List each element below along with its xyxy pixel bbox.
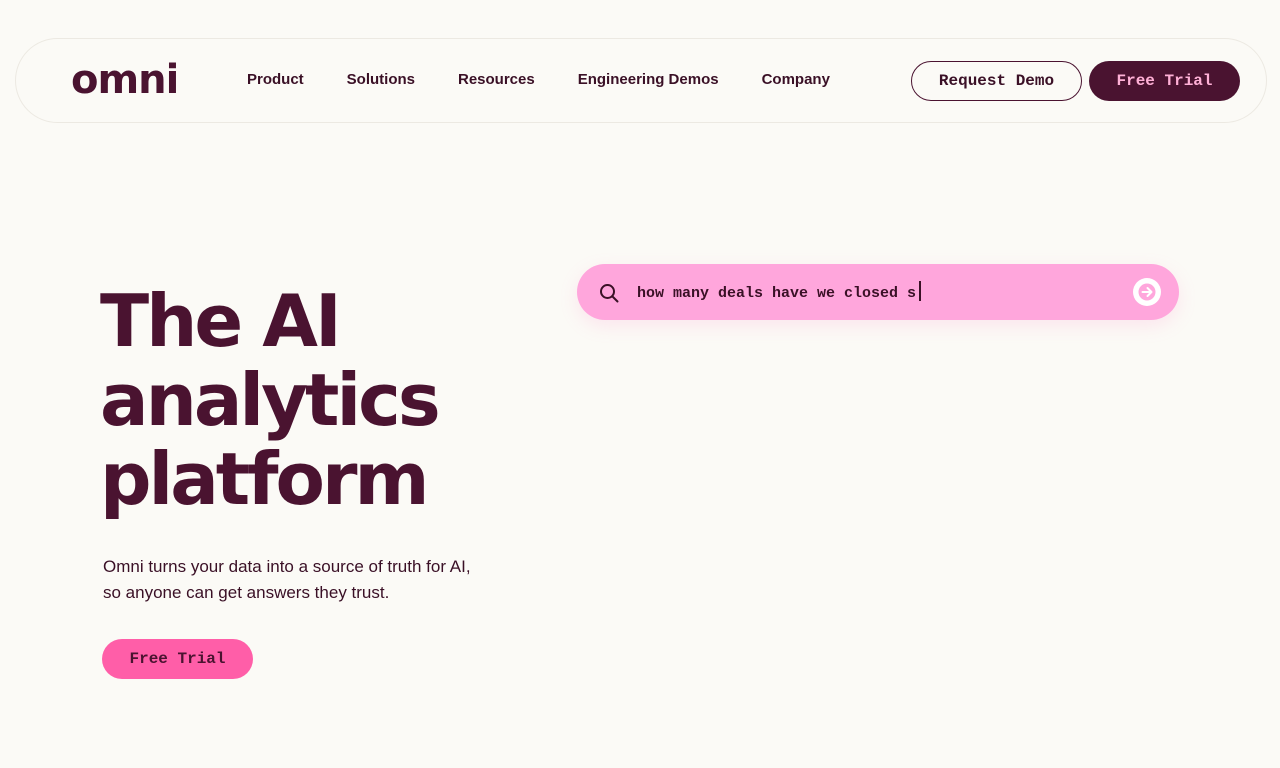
arrow-right-icon — [1138, 283, 1156, 301]
nav-item-engineering-demos[interactable]: Engineering Demos — [578, 69, 719, 91]
hero-subtitle: Omni turns your data into a source of tr… — [103, 557, 471, 602]
nav-item-company[interactable]: Company — [762, 69, 830, 91]
free-trial-button-hero[interactable]: Free Trial — [102, 639, 253, 679]
submit-button[interactable] — [1133, 278, 1161, 306]
nav-item-product[interactable]: Product — [247, 69, 304, 91]
search-icon — [600, 284, 619, 303]
nav-item-resources[interactable]: Resources — [458, 69, 535, 91]
hero-title-line-2: analytics — [100, 358, 441, 442]
site-header: omni Product Solutions Resources Enginee… — [15, 38, 1267, 123]
hero-title-line-3: platform — [100, 437, 430, 521]
request-demo-button[interactable]: Request Demo — [911, 61, 1082, 101]
text-caret — [919, 281, 922, 301]
hero-title-line-1: The AI — [100, 279, 342, 363]
omni-logo[interactable]: omni — [71, 58, 179, 102]
main-nav: Product Solutions Resources Engineering … — [247, 69, 830, 91]
search-query: how many deals have we closed s — [637, 285, 917, 302]
free-trial-button-header[interactable]: Free Trial — [1089, 61, 1240, 101]
search-input[interactable]: how many deals have we closed s — [637, 281, 922, 305]
hero-title: The AI analytics platform — [100, 282, 540, 519]
nav-item-solutions[interactable]: Solutions — [347, 69, 415, 91]
ai-search-bar[interactable]: how many deals have we closed s — [577, 264, 1179, 320]
